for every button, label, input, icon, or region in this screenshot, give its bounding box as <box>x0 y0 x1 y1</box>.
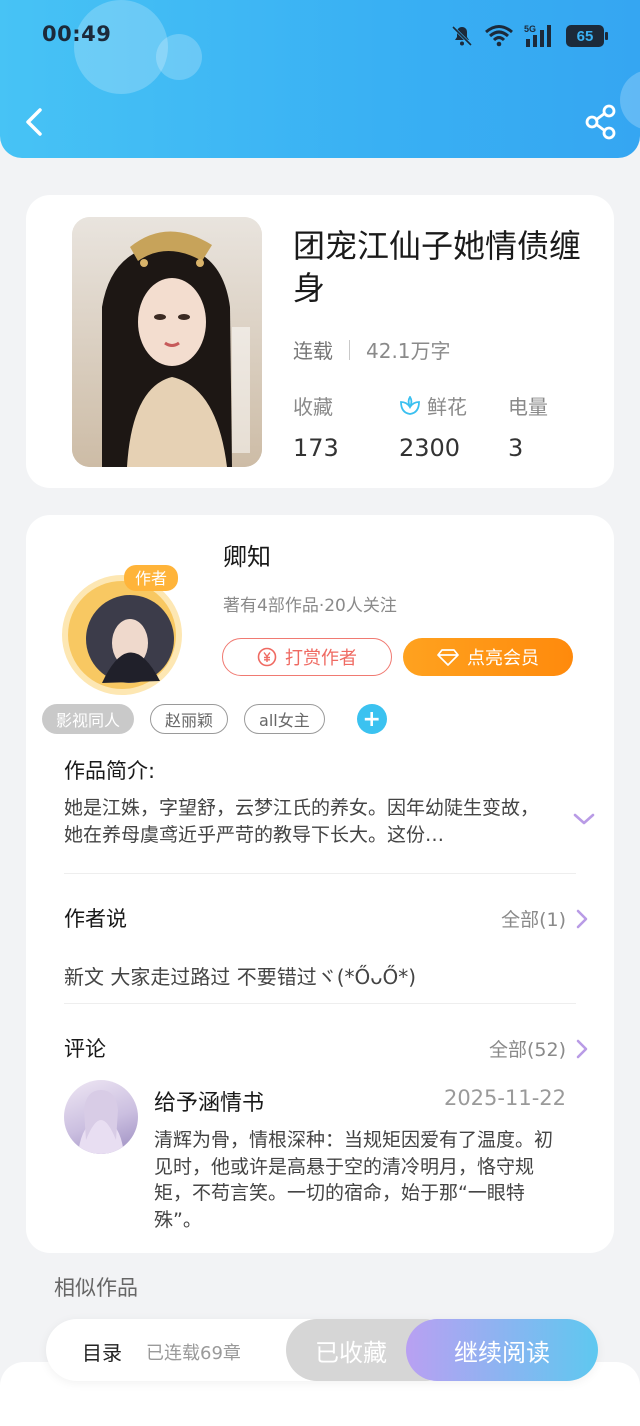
comment-text[interactable]: 清辉为骨，情根深种：当规矩因爱有了温度。初见时，他或许是高悬于空的清冷明月，恪守… <box>154 1127 568 1233</box>
add-tag-button[interactable]: + <box>356 704 387 734</box>
book-status: 连载 <box>293 339 333 363</box>
chapter-count: 已连载69章 <box>146 1343 241 1364</box>
continue-reading-button[interactable]: 继续阅读 <box>406 1319 598 1381</box>
stat-value: 3 <box>508 434 524 462</box>
author-says-all-link[interactable]: 全部(1) <box>501 905 588 932</box>
book-cover[interactable] <box>72 217 262 467</box>
tag-item[interactable]: all女主 <box>244 704 325 734</box>
comment-user-avatar[interactable] <box>64 1080 138 1154</box>
stat-value: 2300 <box>399 434 461 462</box>
similar-works-title: 相似作品 <box>54 1276 138 1300</box>
status-time: 00:49 <box>42 22 112 46</box>
comment-avatar-image <box>78 1090 124 1154</box>
decor-bubble <box>74 0 168 94</box>
svg-text:5G: 5G <box>524 24 536 34</box>
detail-card: 作者 卿知 著有4部作品·20人关注 打赏作者 点亮会员 影视同人 赵丽颖 al… <box>26 515 614 1253</box>
intro-title: 作品简介: <box>64 759 156 783</box>
app-header: 00:49 5G 65 <box>0 0 640 158</box>
vip-button[interactable]: 点亮会员 <box>403 638 573 676</box>
yen-coin-icon <box>257 647 277 667</box>
stat-power[interactable]: 电量 3 <box>508 391 548 462</box>
stat-label: 电量 <box>508 395 548 419</box>
stat-label: 收藏 <box>293 395 333 419</box>
author-info: 著有4部作品·20人关注 <box>223 596 397 616</box>
stat-value: 173 <box>293 434 339 462</box>
book-title: 团宠江仙子她情债缠身 <box>293 227 582 307</box>
author-avatar-frame: 作者 <box>62 565 182 695</box>
tag-list: 影视同人 赵丽颖 all女主 + <box>42 704 387 734</box>
diamond-icon <box>437 649 459 666</box>
book-info-card: 团宠江仙子她情债缠身 连载 42.1万字 收藏 173 鲜花 2300 电量 3 <box>26 195 614 488</box>
stat-favorites: 收藏 173 <box>293 391 339 462</box>
author-says-text: 新文 大家走过路过 不要错过ヾ(*ŐᴗŐ*) <box>64 965 417 989</box>
stat-label: 鲜花 <box>427 395 467 419</box>
tag-item[interactable]: 影视同人 <box>42 704 135 734</box>
divider <box>64 873 576 874</box>
chevron-down-icon[interactable] <box>572 811 596 827</box>
comments-all-link[interactable]: 全部(52) <box>489 1035 588 1062</box>
comment-username[interactable]: 给予涵情书 <box>154 1085 264 1117</box>
author-avatar[interactable]: 作者 <box>54 563 190 699</box>
back-icon[interactable] <box>18 102 52 142</box>
status-icons: 5G 65 <box>450 22 608 50</box>
flower-icon <box>400 395 420 415</box>
stat-flowers[interactable]: 鲜花 2300 <box>399 391 467 462</box>
reward-author-button[interactable]: 打赏作者 <box>222 638 392 676</box>
all-label: 全部(1) <box>501 909 566 931</box>
wifi-icon <box>485 25 513 47</box>
all-label: 全部(52) <box>488 1039 566 1061</box>
toc-button[interactable]: 目录 <box>82 1337 122 1366</box>
share-icon[interactable] <box>584 104 618 140</box>
bottom-action-bar: 目录 已连载69章 已收藏 继续阅读 <box>46 1319 598 1381</box>
chevron-right-icon <box>576 909 588 928</box>
divider <box>64 1003 576 1004</box>
stat-label-row: 鲜花 <box>399 391 467 420</box>
meta-divider <box>349 339 350 360</box>
word-count: 42.1万字 <box>366 339 451 363</box>
battery-icon: 65 <box>566 25 608 47</box>
vip-label: 点亮会员 <box>467 648 539 669</box>
decor-bubble <box>620 70 640 130</box>
cover-illustration <box>72 217 262 467</box>
comments-title: 评论 <box>64 1037 106 1061</box>
decor-bubble <box>156 34 202 80</box>
author-says-title: 作者说 <box>64 907 127 931</box>
tag-item[interactable]: 赵丽颖 <box>150 704 229 734</box>
author-name[interactable]: 卿知 <box>223 537 271 572</box>
comment-date: 2025-11-22 <box>443 1086 566 1110</box>
battery-level: 65 <box>576 27 594 45</box>
book-meta: 连载 42.1万字 <box>293 335 451 364</box>
reward-label: 打赏作者 <box>285 648 357 669</box>
chevron-right-icon <box>576 1039 588 1058</box>
collected-label: 已收藏 <box>315 1338 387 1367</box>
intro-text[interactable]: 她是江姝，字望舒，云梦江氏的养女。因年幼陡生变故，她在养母虞鸢近乎严苛的教导下长… <box>64 795 550 849</box>
signal-5g-icon: 5G <box>524 24 551 47</box>
battery-cap <box>605 32 608 40</box>
svg-text:作者: 作者 <box>135 569 167 588</box>
mute-bell-icon <box>451 25 473 47</box>
